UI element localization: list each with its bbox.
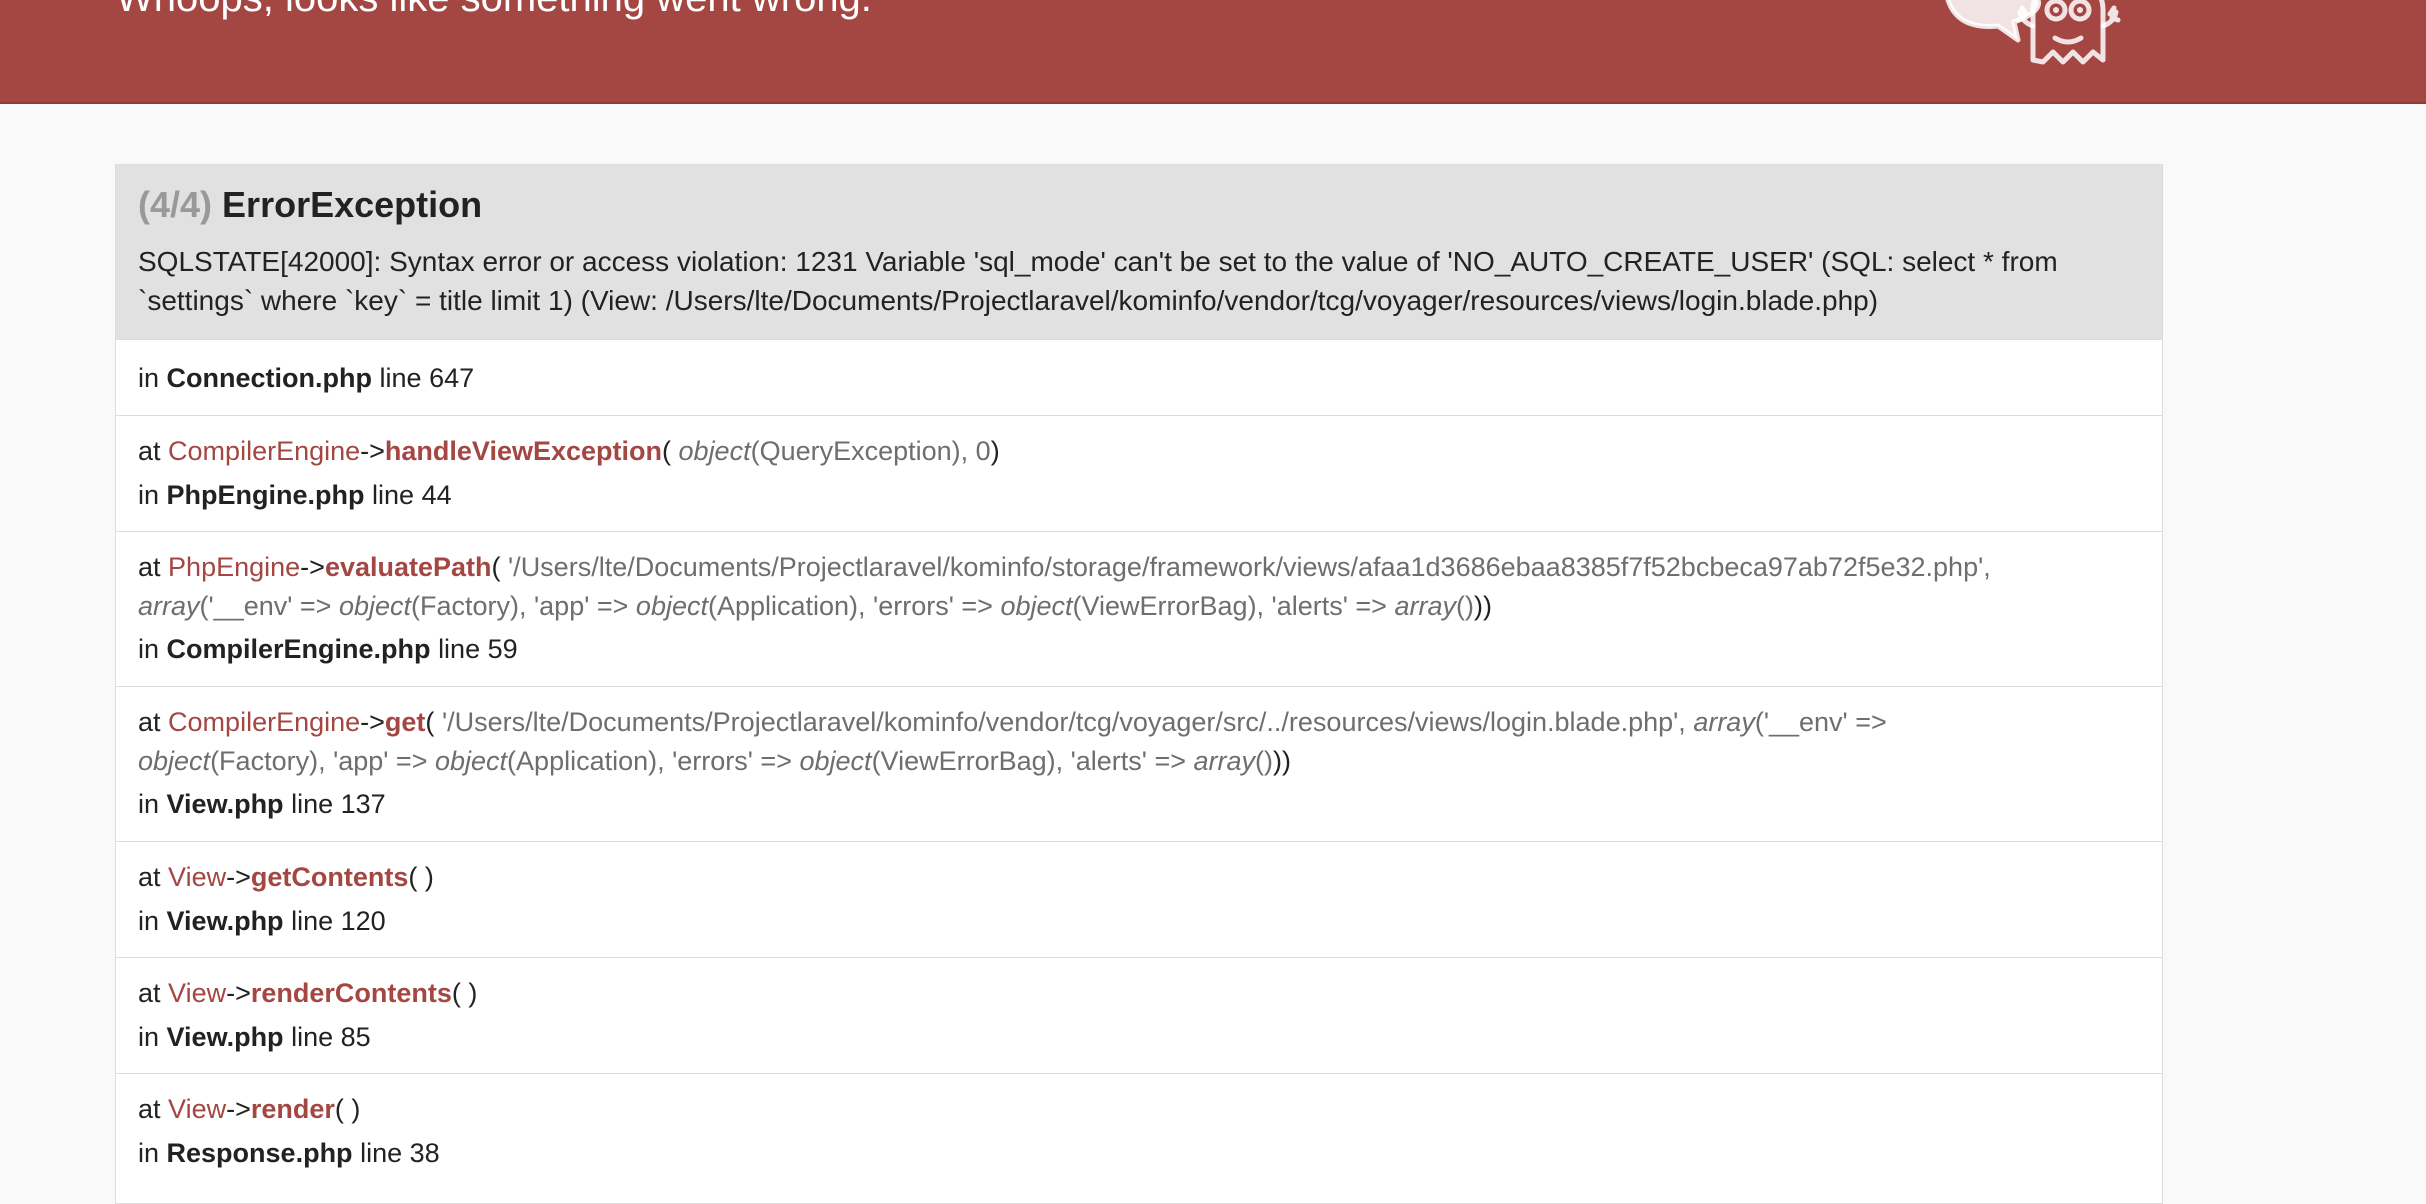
trace-method: getContents (250, 862, 409, 892)
trace-method: handleViewException (384, 436, 663, 466)
trace-class: View (168, 862, 227, 892)
trace-call: at View->renderContents( ) (138, 978, 478, 1008)
error-header: Whoops, looks like something went wrong. (0, 0, 2426, 104)
trace-method: get (384, 707, 426, 737)
trace-class: View (168, 978, 227, 1008)
trace-line-number: 44 (421, 480, 452, 510)
trace-file: View.php (166, 906, 284, 936)
trace-line-number: 120 (340, 906, 386, 936)
trace-method: evaluatePath (324, 552, 492, 582)
exception-message: SQLSTATE[42000]: Syntax error or access … (138, 246, 2058, 316)
trace-call: at CompilerEngine->handleViewException( … (138, 436, 1000, 466)
trace-frame: at CompilerEngine->handleViewException( … (116, 415, 2162, 531)
trace-frame: at CompilerEngine->get( '/Users/lte/Docu… (116, 686, 2162, 841)
trace-frame: at View->getContents( ) in View.php line… (116, 841, 2162, 957)
ghost-icon (1945, 0, 2121, 65)
trace-frame: at PhpEngine->evaluatePath( '/Users/lte/… (116, 531, 2162, 686)
exception-count: (4/4) (138, 184, 213, 225)
trace-call: at View->render( ) (138, 1094, 361, 1124)
trace-origin: in Connection.php line 647 (116, 339, 2162, 415)
trace-location: in View.php line 137 (138, 789, 386, 819)
trace-call: at View->getContents( ) (138, 862, 434, 892)
trace-frame: at View->renderContents( ) in View.php l… (116, 957, 2162, 1073)
trace-method: renderContents (250, 978, 452, 1008)
trace-location: in Connection.php line 647 (138, 363, 475, 393)
trace-line-number: 59 (487, 634, 518, 664)
trace-class: CompilerEngine (168, 707, 361, 737)
trace-location: in PhpEngine.php line 44 (138, 480, 452, 510)
trace-line-number: 647 (429, 363, 475, 393)
trace-file: CompilerEngine.php (166, 634, 431, 664)
trace-class: View (168, 1094, 227, 1124)
trace-location: in Response.php line 38 (138, 1138, 440, 1168)
trace-location: in CompilerEngine.php line 59 (138, 634, 518, 664)
trace-line-number: 137 (340, 789, 386, 819)
trace-file: View.php (166, 789, 284, 819)
exception-panel: (4/4) ErrorException SQLSTATE[42000]: Sy… (115, 164, 2163, 1204)
page-title: Whoops, looks like something went wrong. (116, 0, 872, 18)
trace-location: in View.php line 85 (138, 1022, 371, 1052)
exception-class: ErrorException (222, 184, 483, 225)
trace-file: View.php (166, 1022, 284, 1052)
trace-file: PhpEngine.php (166, 480, 365, 510)
trace-class: CompilerEngine (168, 436, 361, 466)
trace-location: in View.php line 120 (138, 906, 386, 936)
trace-line-number: 38 (409, 1138, 440, 1168)
trace-file: Response.php (166, 1138, 353, 1168)
exception-header: (4/4) ErrorException SQLSTATE[42000]: Sy… (116, 165, 2162, 339)
exception-title: (4/4) ErrorException (138, 184, 2140, 226)
trace-call: at PhpEngine->evaluatePath( '/Users/lte/… (138, 552, 1991, 621)
trace-args: object(QueryException), 0 (678, 436, 991, 466)
trace-line-number: 85 (340, 1022, 371, 1052)
trace-frame: at View->render( ) in Response.php line … (116, 1073, 2162, 1189)
trace-call: at CompilerEngine->get( '/Users/lte/Docu… (138, 707, 1887, 776)
trace-method: render (250, 1094, 335, 1124)
trace-file: Connection.php (166, 363, 372, 393)
stack-trace: in Connection.php line 647 at CompilerEn… (116, 339, 2162, 1189)
trace-class: PhpEngine (168, 552, 301, 582)
